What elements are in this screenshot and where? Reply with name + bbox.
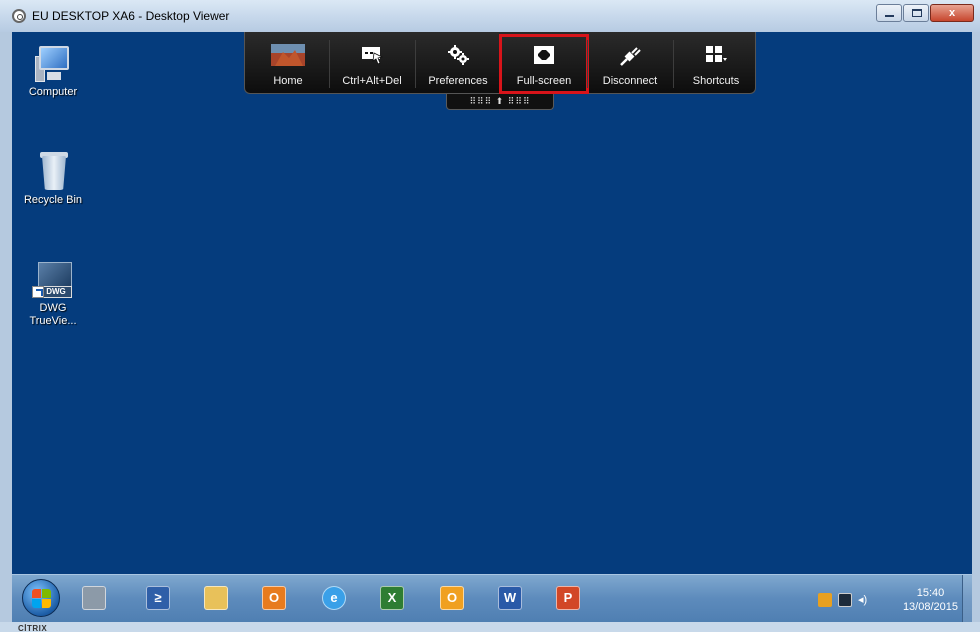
clock-date: 13/08/2015 <box>902 601 958 613</box>
flash-icon[interactable] <box>818 593 832 607</box>
window-controls: x <box>875 4 974 22</box>
citrix-desktop-toolbar: Home Ctrl+Alt+Del Preferences Full-scree… <box>244 32 756 94</box>
window-bottom-border <box>0 622 980 632</box>
toolbar-label: Home <box>273 75 303 87</box>
windows-taskbar: ≥ O e X O W P ◂) 15:40 13/08/2015 <box>12 574 972 623</box>
taskbar-app-network[interactable] <box>78 582 110 614</box>
window-right-border <box>972 32 980 632</box>
desktop-icon-computer[interactable]: Computer <box>18 44 88 99</box>
taskbar-app-explorer[interactable] <box>200 582 232 614</box>
file-explorer-icon <box>204 586 228 610</box>
powershell-icon: ≥ <box>146 586 170 610</box>
toolbar-label: Preferences <box>428 75 488 87</box>
taskbar-app-onenote[interactable]: O <box>436 582 468 614</box>
dwg-badge: DWG <box>40 286 72 298</box>
toolbar-label: Ctrl+Alt+Del <box>342 75 402 87</box>
dwg-trueview-icon: DWG <box>32 260 74 300</box>
toolbar-preferences-button[interactable]: Preferences <box>417 32 499 94</box>
shortcut-arrow-icon <box>32 286 44 298</box>
system-tray: ◂) 15:40 13/08/2015 <box>816 575 972 623</box>
toolbar-home-button[interactable]: Home <box>247 32 329 94</box>
desktop-viewer-window: EU DESKTOP XA6 - Desktop Viewer x Comput… <box>0 0 980 633</box>
close-icon: x <box>948 7 956 19</box>
clock-time: 15:40 <box>916 587 945 599</box>
toolbar-shortcuts-button[interactable]: Shortcuts <box>675 32 757 94</box>
maximize-button[interactable] <box>903 4 929 22</box>
recycle-bin-icon <box>38 150 68 192</box>
desktop-icon-label: DWG TrueVie... <box>29 302 77 327</box>
word-icon: W <box>498 586 522 610</box>
powerpoint-icon: P <box>556 586 580 610</box>
internet-explorer-icon: e <box>322 586 346 610</box>
computer-icon <box>35 44 71 84</box>
gears-icon <box>448 45 469 65</box>
taskbar-app-excel[interactable]: X <box>376 582 408 614</box>
onenote-outlook-icon: O <box>440 586 464 610</box>
window-titlebar[interactable]: EU DESKTOP XA6 - Desktop Viewer x <box>0 0 980 32</box>
desktop-icon-recycle-bin[interactable]: Recycle Bin <box>18 150 88 207</box>
toolbar-separator <box>673 40 674 88</box>
taskbar-app-powershell[interactable]: ≥ <box>142 582 174 614</box>
toolbar-separator <box>329 40 330 88</box>
ctrl-alt-del-icon <box>362 47 383 65</box>
toolbar-disconnect-button[interactable]: Disconnect <box>589 32 671 94</box>
remote-desktop-area[interactable]: Computer Recycle Bin DWG DWG TrueVie... <box>12 32 972 574</box>
show-desktop-button[interactable] <box>962 575 972 623</box>
window-title: EU DESKTOP XA6 - Desktop Viewer <box>32 9 230 23</box>
toolbar-label: Disconnect <box>602 75 658 87</box>
full-screen-highlight-box <box>499 34 589 94</box>
taskbar-app-powerpoint[interactable]: P <box>552 582 584 614</box>
shortcuts-grid-icon <box>706 46 727 62</box>
plug-icon <box>620 47 641 66</box>
toolbar-label: Shortcuts <box>692 75 740 87</box>
outlook-icon: O <box>262 586 286 610</box>
clock[interactable]: 15:40 13/08/2015 <box>903 586 958 614</box>
toolbar-collapse-handle[interactable]: ⠿⠿⠿ ⬆ ⠿⠿⠿ <box>446 94 554 110</box>
network-tray-icon[interactable] <box>838 593 852 607</box>
toolbar-separator <box>415 40 416 88</box>
minimize-icon <box>885 15 894 17</box>
volume-icon[interactable]: ◂) <box>858 593 872 607</box>
taskbar-app-word[interactable]: W <box>494 582 526 614</box>
home-icon <box>271 44 305 66</box>
desktop-icon-label: Computer <box>28 86 78 98</box>
desktop-icon-dwg-trueview[interactable]: DWG DWG TrueVie... <box>18 260 88 328</box>
window-left-border <box>0 32 12 632</box>
close-button[interactable]: x <box>930 4 974 22</box>
start-button[interactable] <box>22 579 60 617</box>
excel-icon: X <box>380 586 404 610</box>
citrix-receiver-icon <box>12 9 26 23</box>
taskbar-app-outlook[interactable]: O <box>258 582 290 614</box>
toolbar-separator <box>587 40 588 88</box>
network-app-icon <box>82 586 106 610</box>
toolbar-ctrl-alt-del-button[interactable]: Ctrl+Alt+Del <box>331 32 413 94</box>
taskbar-app-internet-explorer[interactable]: e <box>318 582 350 614</box>
desktop-icon-label: Recycle Bin <box>23 194 83 206</box>
minimize-button[interactable] <box>876 4 902 22</box>
maximize-icon <box>912 9 922 17</box>
